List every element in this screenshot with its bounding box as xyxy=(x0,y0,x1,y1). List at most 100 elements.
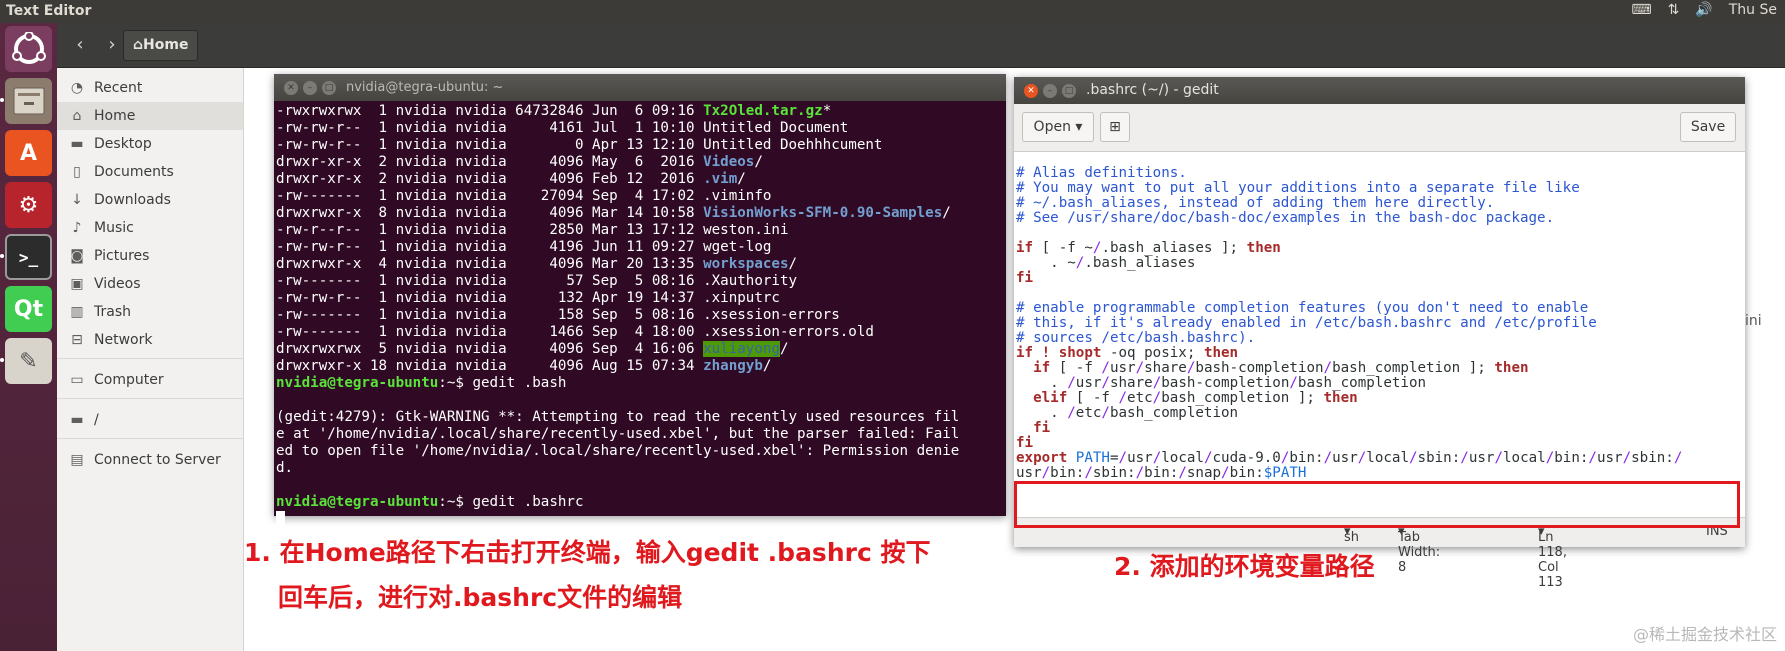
code-token: [ -f ~ xyxy=(1033,240,1093,256)
code-token: / xyxy=(1101,405,1110,421)
sidebar-item-label: Videos xyxy=(94,276,141,292)
sidebar-item[interactable]: ◔ Recent xyxy=(57,74,243,102)
code-line: # this, if it's already enabled in /etc/… xyxy=(1016,315,1745,331)
code-token: . xyxy=(1016,375,1068,391)
step2-annotation: 2. 添加的环境变量路径 xyxy=(1114,552,1375,581)
terminal-window[interactable]: ✕ – □ nvidia@tegra-ubuntu: ~ -rwxrwxrwx … xyxy=(274,74,1006,526)
code-token: # Alias definitions. xyxy=(1016,165,1187,181)
sidebar-item[interactable]: ⊟ Network xyxy=(57,326,243,354)
minimize-icon[interactable]: – xyxy=(1043,84,1057,98)
volume-icon[interactable]: 🔊 xyxy=(1695,2,1712,18)
software-center-icon[interactable]: A xyxy=(5,130,52,176)
dash-icon[interactable] xyxy=(5,26,52,72)
sidebar-item[interactable]: ▬ Desktop xyxy=(57,130,243,158)
sidebar-item[interactable]: ▤ Connect to Server xyxy=(57,446,243,474)
sidebar-separator xyxy=(57,358,243,359)
code-token: / xyxy=(1494,450,1503,466)
keyboard-icon[interactable]: ⌨ xyxy=(1631,2,1651,18)
text-editor-icon[interactable]: ✎ xyxy=(5,338,52,384)
terminal-icon[interactable]: >_ xyxy=(5,234,52,280)
file-name: .xsession-errors xyxy=(703,307,840,323)
sidebar-item[interactable]: ▣ Videos xyxy=(57,270,243,298)
sidebar-item-label: Computer xyxy=(94,372,164,388)
editor-text-area[interactable]: # Alias definitions. # You may want to pu… xyxy=(1014,152,1745,517)
trash-icon: ▥ xyxy=(70,304,84,320)
code-line: # ~/.bash_aliases, instead of adding the… xyxy=(1016,195,1745,211)
code-token: share xyxy=(1109,375,1153,391)
chevron-down-icon: ▾ xyxy=(1075,119,1083,135)
listing-row: -rw------- 1 nvidia nvidia 1466 Sep 4 18… xyxy=(276,324,1004,341)
step1-annotation-line2: 回车后，进行对.bashrc文件的编辑 xyxy=(278,583,683,612)
code-token: bin: xyxy=(1050,465,1085,481)
files-icon[interactable] xyxy=(5,78,52,124)
drive-icon: ▭ xyxy=(70,372,84,388)
file-suffix: / xyxy=(762,358,772,374)
code-token: bash-completion xyxy=(1161,375,1290,391)
settings-icon[interactable]: ⚙ xyxy=(5,182,52,228)
terminal-output[interactable]: -rwxrwxrwx 1 nvidia nvidia 64732846 Jun … xyxy=(274,101,1006,530)
code-token: .bash_aliases xyxy=(1084,255,1196,271)
warning-text: e at '/home/nvidia/.local/share/recently… xyxy=(276,426,960,442)
code-token: # See /usr/share/doc/bash-doc/examples i… xyxy=(1016,210,1555,226)
minimize-icon[interactable]: – xyxy=(303,81,317,95)
warning-text: (gedit:4279): Gtk-WARNING **: Attempting… xyxy=(276,409,960,425)
code-line: fi xyxy=(1016,435,1745,451)
sidebar-item[interactable]: ♪ Music xyxy=(57,214,243,242)
running-indicator xyxy=(0,358,4,362)
prompt-user: nvidia@tegra-ubuntu xyxy=(276,375,439,391)
forward-button[interactable]: › xyxy=(99,32,125,58)
code-token: / xyxy=(1460,450,1469,466)
server-icon: ▤ xyxy=(70,452,84,468)
back-button[interactable]: ‹ xyxy=(67,32,93,58)
sidebar-item[interactable]: ▬ / xyxy=(57,406,243,434)
code-token: bash_completion ]; xyxy=(1332,360,1495,376)
gedit-window[interactable]: ✕ – □ .bashrc (~/) - gedit Open ▾ ⊞ Save… xyxy=(1014,77,1745,590)
qt-creator-icon[interactable]: Qt xyxy=(5,286,52,332)
file-suffix: / xyxy=(779,341,789,357)
path-home-button[interactable]: ⌂Home xyxy=(123,30,199,61)
code-token: etc xyxy=(1075,405,1102,421)
sidebar-item-label: Pictures xyxy=(94,248,150,264)
file-meta: -rw-r--r-- 1 nvidia nvidia 2850 Mar 13 1… xyxy=(276,222,704,238)
code-line: # See /usr/share/doc/bash-doc/examples i… xyxy=(1016,210,1745,226)
code-token: .bash_aliases ]; xyxy=(1101,240,1247,256)
code-token: bash-completion xyxy=(1195,360,1324,376)
file-name: Tx2Oled.tar.gz xyxy=(703,103,823,119)
maximize-icon[interactable]: □ xyxy=(1062,84,1076,98)
network-arrows-icon[interactable]: ⇅ xyxy=(1668,2,1680,18)
prompt-user: nvidia@tegra-ubuntu xyxy=(276,494,439,510)
code-token: fi xyxy=(1016,270,1034,286)
sidebar-item[interactable]: ◙ Pictures xyxy=(57,242,243,270)
terminal-titlebar[interactable]: ✕ – □ nvidia@tegra-ubuntu: ~ xyxy=(274,74,1006,101)
close-icon[interactable]: ✕ xyxy=(1024,84,1038,98)
sidebar-item[interactable]: ▭ Computer xyxy=(57,366,243,394)
sidebar-item[interactable]: ▥ Trash xyxy=(57,298,243,326)
gedit-titlebar[interactable]: ✕ – □ .bashrc (~/) - gedit xyxy=(1014,77,1745,104)
listing-row: drwxrwxr-x 4 nvidia nvidia 4096 Mar 20 1… xyxy=(276,256,1004,273)
file-meta: drwxrwxr-x 18 nvidia nvidia 4096 Aug 15 … xyxy=(276,358,704,374)
file-manager-toolbar: ‹ › ⌂Home xyxy=(57,23,1785,68)
code-token: usr xyxy=(1468,450,1495,466)
code-token: ! xyxy=(1033,345,1059,361)
new-tab-button[interactable]: ⊞ xyxy=(1100,112,1130,142)
sidebar-item[interactable]: ▯ Documents xyxy=(57,158,243,186)
clock[interactable]: Thu Se xyxy=(1729,2,1777,18)
code-token: if xyxy=(1016,345,1034,361)
folder-icon: ▬ xyxy=(70,412,84,428)
code-token: local xyxy=(1161,450,1204,466)
maximize-icon[interactable]: □ xyxy=(322,81,336,95)
listing-row: -rw-r--r-- 1 nvidia nvidia 2850 Mar 13 1… xyxy=(276,222,1004,239)
code-token: then xyxy=(1246,240,1281,256)
sidebar-item[interactable]: ⌂ Home xyxy=(57,102,243,130)
command: gedit .bashrc xyxy=(472,494,584,510)
listing-row: -rw-rw-r-- 1 nvidia nvidia 4196 Jun 11 0… xyxy=(276,239,1004,256)
save-button[interactable]: Save xyxy=(1680,112,1736,142)
network-icon: ⊟ xyxy=(71,332,83,348)
file-meta: drwxrwxrwx 5 nvidia nvidia 4096 Sep 4 16… xyxy=(276,341,704,357)
sidebar-item[interactable]: ↓ Downloads xyxy=(57,186,243,214)
open-button[interactable]: Open ▾ xyxy=(1022,112,1094,142)
listing-row: -rw-rw-r-- 1 nvidia nvidia 4161 Jul 1 10… xyxy=(276,120,1004,137)
code-token: / xyxy=(1135,465,1145,481)
close-icon[interactable]: ✕ xyxy=(284,81,298,95)
code-line: . /etc/bash_completion xyxy=(1016,405,1745,421)
